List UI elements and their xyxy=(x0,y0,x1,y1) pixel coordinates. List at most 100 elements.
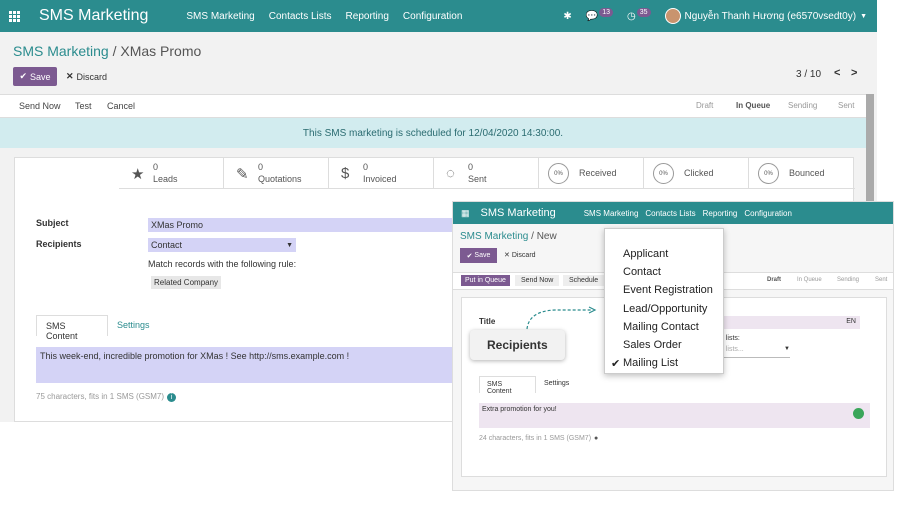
overlay-stage-in-queue[interactable]: In Queue xyxy=(797,277,822,283)
breadcrumb-current: XMas Promo xyxy=(120,43,202,59)
dropdown-item-mailing-list[interactable]: Mailing List xyxy=(623,357,678,369)
overlay-sms-body-text: Extra promotion for you! xyxy=(482,406,557,413)
stage-draft[interactable]: Draft xyxy=(696,101,713,110)
top-navbar: SMS Marketing SMS Marketing Contacts Lis… xyxy=(0,0,877,32)
overlay-menu-configuration[interactable]: Configuration xyxy=(744,209,792,218)
stage-sent[interactable]: Sent xyxy=(838,101,854,110)
dropdown-item-sales-order[interactable]: Sales Order xyxy=(623,339,682,351)
lang-badge[interactable]: EN xyxy=(846,318,856,325)
stat-value: 0 xyxy=(468,162,474,172)
scrollbar[interactable] xyxy=(866,94,874,204)
check-icon: ✔ xyxy=(611,358,621,370)
stat-leads[interactable]: ★ 0 Leads xyxy=(119,158,224,189)
chat-badge: 13 xyxy=(599,7,614,17)
stat-invoiced[interactable]: $0 Invoiced xyxy=(329,158,434,189)
test-button[interactable]: Test xyxy=(75,101,92,111)
received-percent: 0% xyxy=(548,163,569,184)
dropdown-item-event-registration[interactable]: Event Registration xyxy=(623,284,713,296)
apps-menu-icon[interactable] xyxy=(9,11,20,22)
stage-sending[interactable]: Sending xyxy=(788,101,817,110)
schedule-alert: This SMS marketing is scheduled for 12/0… xyxy=(0,118,866,148)
bounced-percent: 0% xyxy=(758,163,779,184)
dropdown-item-applicant[interactable]: Applicant xyxy=(623,248,668,260)
overlay-tab-sms-content[interactable]: SMS Content xyxy=(479,376,536,395)
subject-field[interactable]: XMas Promo xyxy=(148,218,458,232)
overlay-discard-button[interactable]: ✕ Discard xyxy=(504,251,536,259)
dropdown-item-lead-opportunity[interactable]: Lead/Opportunity xyxy=(623,303,707,315)
sms-body-field[interactable]: This week-end, incredible promotion for … xyxy=(36,347,461,383)
mailing-lists-field[interactable]: g lists... ▼ xyxy=(720,346,790,358)
recipients-value: Contact xyxy=(151,240,183,250)
rule-tag[interactable]: Related Company xyxy=(151,276,222,289)
chat-icon: ◌ xyxy=(446,165,455,182)
stat-bounced[interactable]: 0% Bounced xyxy=(749,158,855,189)
menu-configuration[interactable]: Configuration xyxy=(403,11,462,22)
send-now-button[interactable]: Send Now xyxy=(19,101,61,111)
overlay-menu-reporting[interactable]: Reporting xyxy=(703,209,738,218)
avatar[interactable] xyxy=(664,8,681,24)
overlay-stage-sent[interactable]: Sent xyxy=(875,277,887,283)
chevron-left-icon[interactable]: < xyxy=(834,67,840,79)
stat-sent[interactable]: ◌ 0 Sent xyxy=(434,158,539,189)
menu-contacts-lists[interactable]: Contacts Lists xyxy=(269,11,332,22)
stat-value: 0 xyxy=(258,162,264,172)
overlay-discard-label: Discard xyxy=(511,252,536,259)
tab-settings[interactable]: Settings xyxy=(117,320,150,330)
overlay-menu-sms-marketing[interactable]: SMS Marketing xyxy=(584,209,639,218)
stat-clicked[interactable]: 0% Clicked xyxy=(644,158,749,189)
overlay-menu-contacts-lists[interactable]: Contacts Lists xyxy=(645,209,695,218)
overlay-brand[interactable]: SMS Marketing xyxy=(481,207,556,219)
dropdown-item-mailing-contact[interactable]: Mailing Contact xyxy=(623,321,699,333)
app-brand[interactable]: SMS Marketing xyxy=(39,7,148,25)
discard-button[interactable]: ✕ Discard xyxy=(66,67,107,86)
overlay-save-button[interactable]: ✔ Save xyxy=(460,248,497,263)
clicked-percent: 0% xyxy=(653,163,674,184)
overlay-sms-body-field[interactable]: Extra promotion for you! xyxy=(479,403,870,428)
bounced-label: Bounced xyxy=(789,168,825,178)
stat-quotations[interactable]: ✎ 0 Quotations xyxy=(224,158,329,189)
char-count-text: 75 characters, fits in 1 SMS (GSM7) xyxy=(36,392,165,401)
emoji-icon[interactable] xyxy=(853,408,864,419)
recipients-label: Recipients xyxy=(36,239,82,249)
info-icon[interactable]: ● xyxy=(594,435,598,442)
stat-received[interactable]: 0% Received xyxy=(539,158,644,189)
tab-sms-content[interactable]: SMS Content xyxy=(36,315,108,341)
caret-down-icon[interactable]: ▼ xyxy=(860,13,867,20)
clock-icon[interactable]: ◷ xyxy=(627,11,636,22)
put-in-queue-button[interactable]: Put in Queue xyxy=(461,275,510,286)
chevron-right-icon[interactable]: > xyxy=(851,67,857,79)
overlay-stage-sending[interactable]: Sending xyxy=(837,277,859,283)
overlay-crumb-parent[interactable]: SMS Marketing xyxy=(460,231,528,242)
stage-in-queue[interactable]: In Queue xyxy=(736,101,770,110)
stat-label: Leads xyxy=(153,174,178,184)
menu-sms-marketing[interactable]: SMS Marketing xyxy=(186,11,254,22)
dropdown-item-contact[interactable]: Contact xyxy=(623,266,661,278)
user-name[interactable]: Nguyễn Thanh Hương (e6570vsedt0y) xyxy=(685,11,857,22)
schedule-button[interactable]: Schedule xyxy=(563,275,605,286)
recipients-select[interactable]: Contact ▼ xyxy=(148,238,296,252)
breadcrumb-parent[interactable]: SMS Marketing xyxy=(13,43,109,59)
recipients-dropdown: Applicant Contact Event Registration Lea… xyxy=(604,228,724,374)
overlay-stage-draft[interactable]: Draft xyxy=(767,277,781,283)
info-icon[interactable]: i xyxy=(167,393,177,402)
overlay-crumb-current: New xyxy=(536,231,557,242)
subject-label: Subject xyxy=(36,218,69,228)
cancel-button[interactable]: Cancel xyxy=(107,101,135,111)
chat-icon[interactable]: 💬 xyxy=(586,11,598,22)
overlay-send-now-button[interactable]: Send Now xyxy=(515,275,560,286)
stat-label: Sent xyxy=(468,174,487,184)
overlay-tab-settings[interactable]: Settings xyxy=(544,380,569,387)
title-field[interactable]: EN xyxy=(720,316,860,329)
breadcrumb: SMS Marketing / XMas Promo xyxy=(13,43,201,59)
stat-value: 0 xyxy=(153,162,159,172)
discard-label: Discard xyxy=(76,71,108,82)
char-count: 75 characters, fits in 1 SMS (GSM7) i xyxy=(36,392,177,402)
activity-badge: 35 xyxy=(636,7,651,17)
stat-label: Quotations xyxy=(258,174,302,184)
dollar-icon: $ xyxy=(341,165,350,182)
overlay-breadcrumb: SMS Marketing / New xyxy=(460,231,557,242)
apps-menu-icon[interactable]: ▦ xyxy=(461,208,470,219)
bug-icon[interactable]: ✱ xyxy=(563,11,571,22)
menu-reporting[interactable]: Reporting xyxy=(346,11,389,22)
save-button[interactable]: ✔ Save xyxy=(13,67,57,86)
